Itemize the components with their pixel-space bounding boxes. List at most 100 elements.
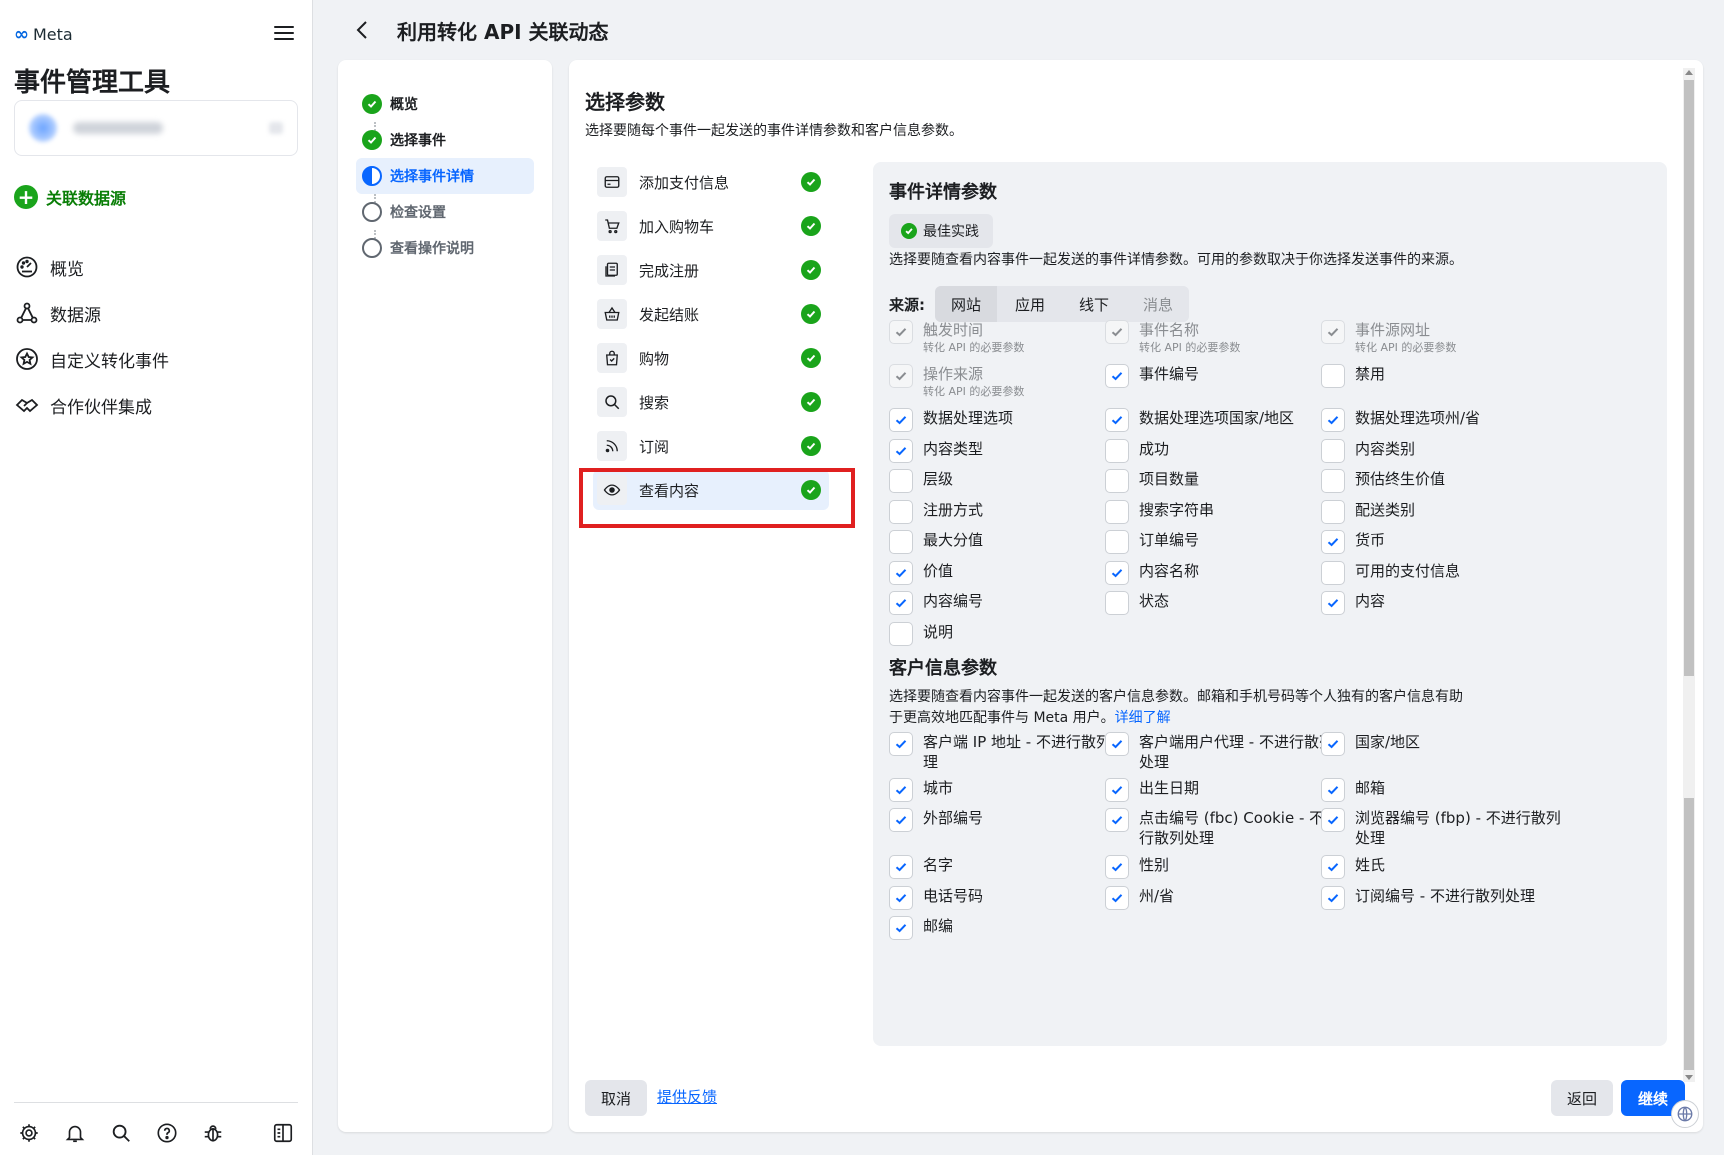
customer-param-item[interactable]: 外部编号 — [889, 808, 983, 832]
event-param-item[interactable]: 注册方式 — [889, 500, 983, 524]
checkbox-checked[interactable] — [1105, 855, 1129, 879]
event-item-initiate-checkout[interactable]: 发起结账 — [593, 294, 829, 334]
customer-param-item[interactable]: 国家/地区 — [1321, 732, 1420, 756]
event-param-item[interactable]: 禁用 — [1321, 364, 1385, 388]
event-param-item[interactable]: 状态 — [1105, 591, 1169, 615]
back-button[interactable]: 返回 — [1551, 1080, 1614, 1116]
checkbox[interactable] — [1321, 364, 1345, 388]
checkbox-checked[interactable] — [1321, 855, 1345, 879]
checkbox-checked[interactable] — [889, 916, 913, 940]
checkbox[interactable] — [1105, 530, 1129, 554]
bug-icon[interactable] — [198, 1118, 228, 1148]
settings-icon[interactable] — [14, 1118, 44, 1148]
event-param-item[interactable]: 内容类型 — [889, 439, 983, 463]
checkbox[interactable] — [1105, 469, 1129, 493]
customer-param-item[interactable]: 订阅编号 - 不进行散列处理 — [1321, 886, 1535, 910]
checkbox-checked[interactable] — [889, 778, 913, 802]
checkbox-checked[interactable] — [889, 591, 913, 615]
checkbox-checked[interactable] — [1321, 808, 1345, 832]
checkbox[interactable] — [1321, 469, 1345, 493]
event-param-item[interactable]: 事件编号 — [1105, 364, 1199, 388]
menu-icon[interactable] — [272, 22, 296, 44]
step-view-instructions[interactable]: 查看操作说明 — [356, 230, 534, 266]
customer-param-item[interactable]: 点击编号 (fbc) Cookie - 不进 行散列处理 — [1105, 808, 1339, 848]
checkbox-checked[interactable] — [1321, 530, 1345, 554]
event-param-item[interactable]: 成功 — [1105, 439, 1169, 463]
event-param-item[interactable]: 层级 — [889, 469, 953, 493]
event-param-item[interactable]: 搜索字符串 — [1105, 500, 1214, 524]
checkbox-checked[interactable] — [1105, 886, 1129, 910]
scroll-up-arrow-icon[interactable] — [1685, 70, 1693, 75]
event-param-item[interactable]: 可用的支付信息 — [1321, 561, 1460, 585]
checkbox-checked[interactable] — [1321, 408, 1345, 432]
step-select-event-details[interactable]: 选择事件详情 — [356, 158, 534, 194]
event-param-item[interactable]: 数据处理选项国家/地区 — [1105, 408, 1294, 432]
customer-param-item[interactable]: 城市 — [889, 778, 953, 802]
checkbox-checked[interactable] — [1105, 364, 1129, 388]
event-param-item[interactable]: 项目数量 — [1105, 469, 1199, 493]
checkbox-checked[interactable] — [1105, 808, 1129, 832]
learn-more-link[interactable]: 详细了解 — [1115, 710, 1171, 726]
event-param-item[interactable]: 货币 — [1321, 530, 1385, 554]
scrollbar-thumb[interactable] — [1684, 80, 1694, 676]
source-tab-messaging[interactable]: 消息 — [1127, 286, 1190, 322]
checkbox[interactable] — [889, 500, 913, 524]
panel-toggle-icon[interactable] — [268, 1118, 298, 1148]
meta-logo[interactable]: ∞ Meta — [14, 24, 73, 45]
event-item-subscribe[interactable]: 订阅 — [593, 426, 829, 466]
event-param-item[interactable]: 订单编号 — [1105, 530, 1199, 554]
step-review-settings[interactable]: 检查设置 — [356, 194, 534, 230]
back-arrow-icon[interactable] — [351, 18, 375, 42]
customer-param-item[interactable]: 邮箱 — [1321, 778, 1385, 802]
checkbox[interactable] — [1321, 439, 1345, 463]
customer-param-item[interactable]: 客户端用户代理 - 不进行散列 处理 — [1105, 732, 1334, 772]
customer-param-item[interactable]: 电话号码 — [889, 886, 983, 910]
customer-param-item[interactable]: 客户端 IP 地址 - 不进行散列处理 — [889, 732, 1126, 772]
sidebar-item-overview[interactable]: 概览 — [14, 244, 298, 290]
checkbox-checked[interactable] — [889, 439, 913, 463]
checkbox[interactable] — [1105, 591, 1129, 615]
customer-param-item[interactable]: 出生日期 — [1105, 778, 1199, 802]
step-select-events[interactable]: 选择事件 — [356, 122, 534, 158]
checkbox[interactable] — [889, 530, 913, 554]
sidebar-item-custom-conversions[interactable]: 自定义转化事件 — [14, 336, 298, 382]
source-tab-offline[interactable]: 线下 — [1063, 286, 1126, 322]
checkbox-checked[interactable] — [889, 855, 913, 879]
event-param-item[interactable]: 内容类别 — [1321, 439, 1415, 463]
cancel-button[interactable]: 取消 — [585, 1080, 648, 1116]
checkbox-checked[interactable] — [1105, 561, 1129, 585]
sidebar-item-partner-integrations[interactable]: 合作伙伴集成 — [14, 382, 298, 428]
event-item-add-to-cart[interactable]: 加入购物车 — [593, 206, 829, 246]
event-param-item[interactable]: 数据处理选项州/省 — [1321, 408, 1480, 432]
checkbox-checked[interactable] — [889, 408, 913, 432]
customer-param-item[interactable]: 邮编 — [889, 916, 953, 940]
checkbox-checked[interactable] — [1321, 886, 1345, 910]
customer-param-item[interactable]: 性别 — [1105, 855, 1169, 879]
checkbox-checked[interactable] — [1105, 778, 1129, 802]
checkbox[interactable] — [1321, 500, 1345, 524]
checkbox-checked[interactable] — [1321, 732, 1345, 756]
scrollbar[interactable] — [1683, 68, 1695, 1082]
checkbox-checked[interactable] — [1105, 732, 1129, 756]
event-param-item[interactable]: 价值 — [889, 561, 953, 585]
bell-icon[interactable] — [60, 1118, 90, 1148]
account-selector[interactable] — [14, 100, 298, 156]
event-item-purchase[interactable]: 购物 — [593, 338, 829, 378]
event-item-view-content[interactable]: 查看内容 — [593, 470, 829, 510]
checkbox[interactable] — [889, 469, 913, 493]
connect-data-source-button[interactable]: + 关联数据源 — [14, 185, 126, 209]
step-overview[interactable]: 概览 — [356, 86, 534, 122]
event-param-item[interactable]: 配送类别 — [1321, 500, 1415, 524]
event-item-complete-registration[interactable]: 完成注册 — [593, 250, 829, 290]
event-param-item[interactable]: 内容 — [1321, 591, 1385, 615]
checkbox-checked[interactable] — [1105, 408, 1129, 432]
checkbox-checked[interactable] — [889, 732, 913, 756]
source-tab-website[interactable]: 网站 — [935, 286, 998, 322]
event-param-item[interactable]: 内容编号 — [889, 591, 983, 615]
event-param-item[interactable]: 说明 — [889, 622, 953, 646]
checkbox-checked[interactable] — [1321, 591, 1345, 615]
event-param-item[interactable]: 内容名称 — [1105, 561, 1199, 585]
globe-icon[interactable] — [1671, 1100, 1699, 1128]
customer-param-item[interactable]: 名字 — [889, 855, 953, 879]
checkbox-checked[interactable] — [1321, 778, 1345, 802]
